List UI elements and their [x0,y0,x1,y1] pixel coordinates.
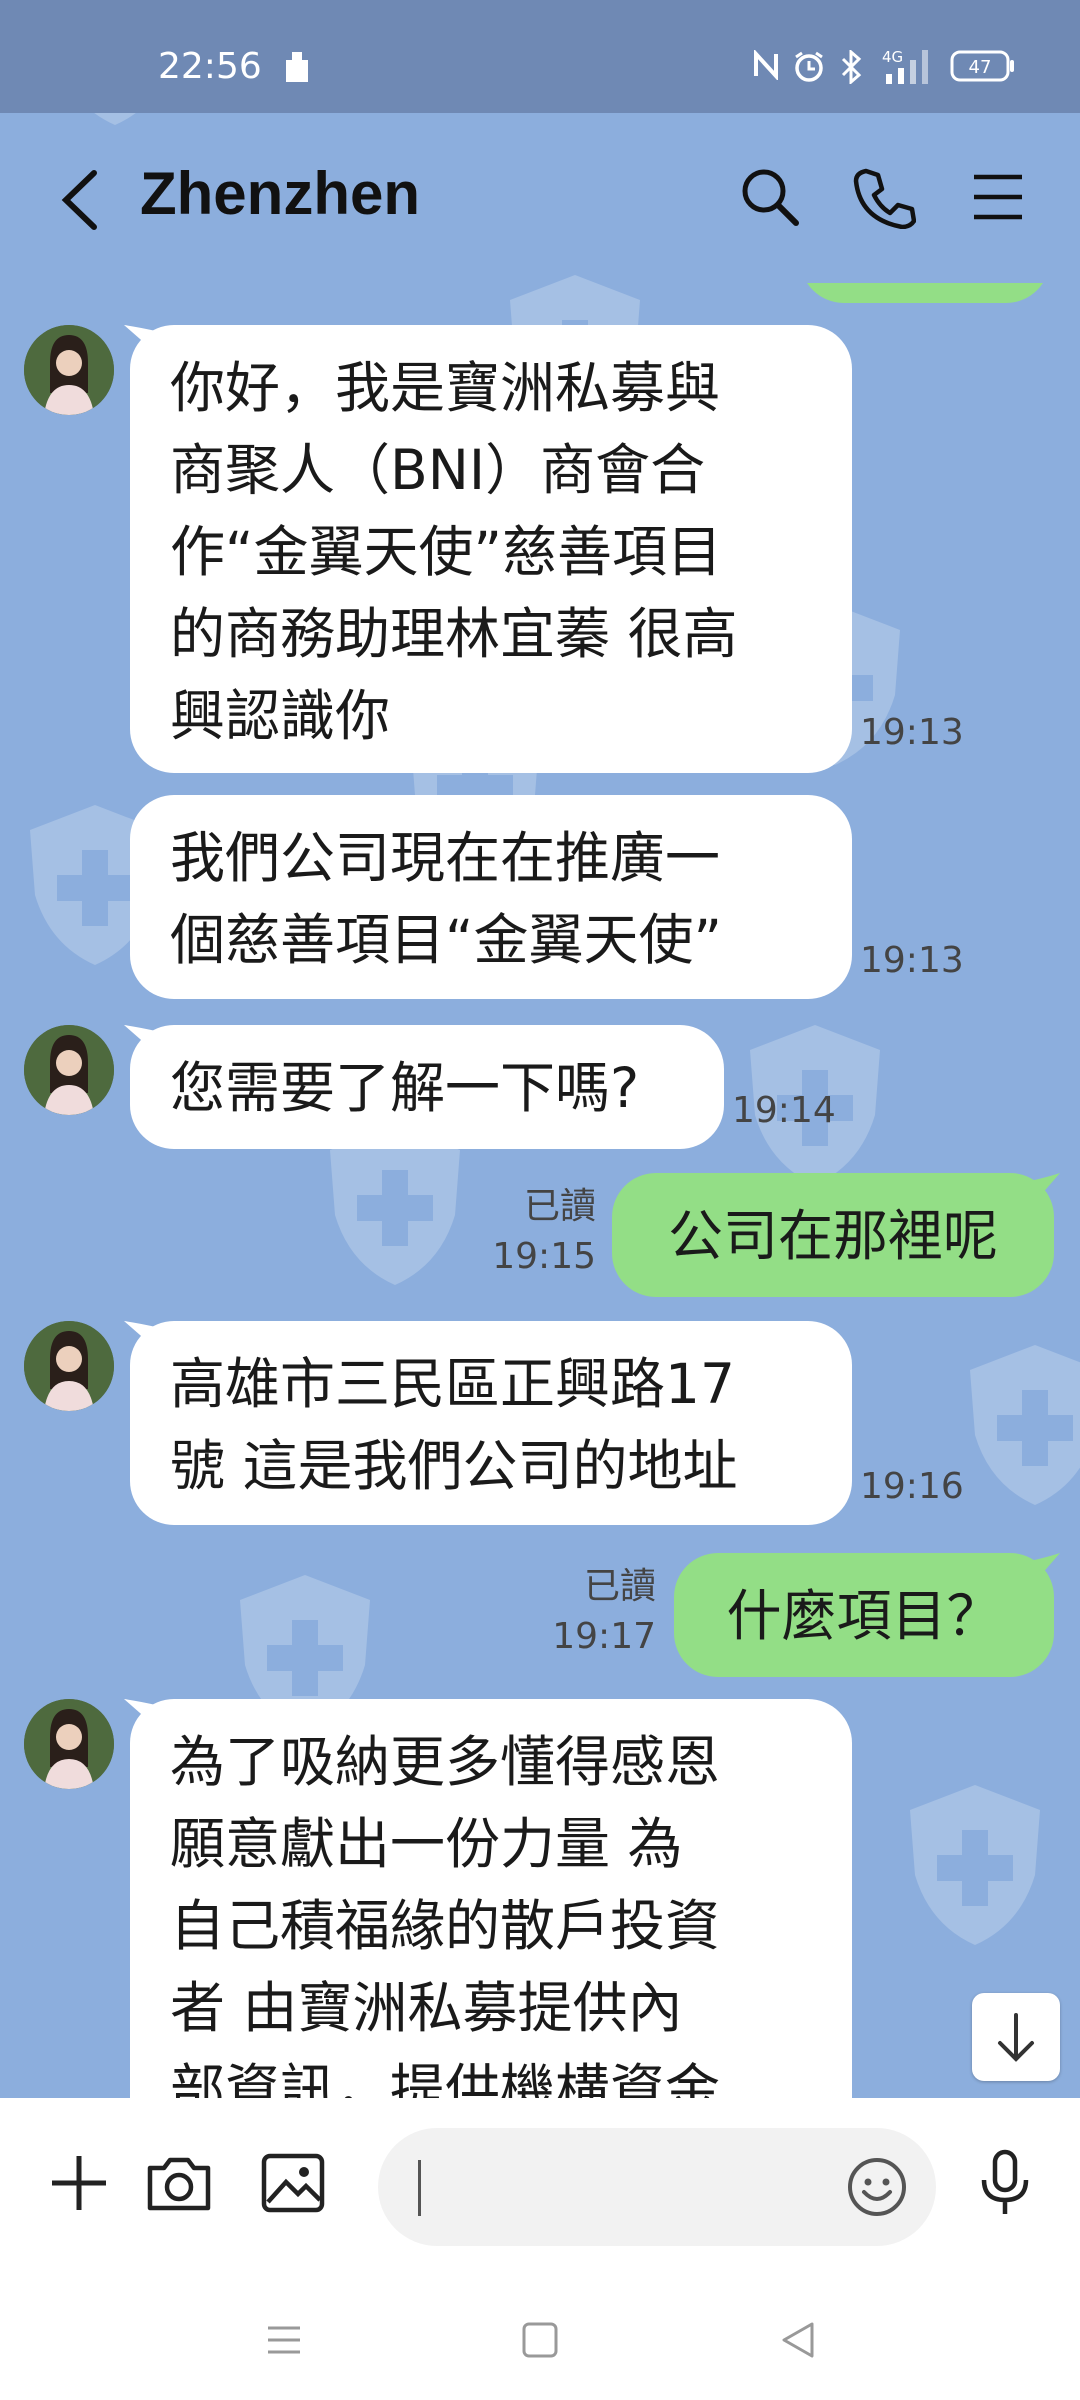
status-time: 22:56 [158,46,262,87]
triangle-back-icon [782,2322,814,2358]
profile-photo [24,1321,114,1411]
message-timestamp: 19:14 [732,1090,836,1131]
previous-message-dots [690,283,780,289]
bubble-tail [1030,1173,1060,1203]
recent-apps-button[interactable] [262,2318,306,2362]
message-input-bar [0,2098,1080,2278]
menu-lines-icon [268,2326,300,2354]
back-arrow-icon [61,170,97,230]
svg-text:4G: 4G [882,48,903,66]
search-icon [742,169,799,226]
nfc-icon [752,48,780,84]
scroll-to-bottom-button[interactable] [972,1993,1060,2081]
message-bubble[interactable]: 高雄市三民區正興路17 號 這是我們公司的地址 [130,1321,852,1525]
voice-button[interactable] [970,2148,1040,2218]
menu-button[interactable] [966,165,1030,229]
profile-photo [24,325,114,415]
back-nav-button[interactable] [776,2318,820,2362]
status-bar: 22:56 4G 47 [0,0,1080,113]
message-bubble[interactable]: 我們公司現在在推廣一 個慈善項目“金翼天使” [130,795,852,999]
avatar[interactable] [24,1025,114,1115]
message-input[interactable] [378,2128,936,2246]
square-icon [522,2322,558,2358]
camera-icon [147,2157,211,2211]
bubble-tail [1030,1553,1060,1583]
message-timestamp: 19:15 [492,1236,596,1277]
battery-level: 47 [969,57,992,78]
hamburger-menu-icon [974,174,1022,220]
chat-title: Zhenzhen [140,160,420,227]
message-bubble-outgoing[interactable]: 公司在那裡呢 [612,1173,1054,1297]
message-timestamp: 19:13 [860,712,964,753]
chat-area[interactable]: 你好，我是寶洲私募與 商聚人（BNI）商會合 作“金翼天使”慈善項目 的商務助理… [0,283,1080,2098]
message-timestamp: 19:16 [860,1466,964,1507]
microphone-icon [981,2149,1029,2214]
text-caret [418,2160,421,2216]
arrow-down-icon [998,2013,1034,2062]
read-receipt: 已讀 [583,1566,656,1607]
avatar[interactable] [24,1699,114,1789]
gallery-button[interactable] [258,2148,328,2218]
message-bubble[interactable]: 為了吸納更多懂得感恩 願意獻出一份力量 為 自己積福緣的散戶投資 者 由寶洲私募… [130,1699,852,2098]
message-bubble[interactable]: 你好，我是寶洲私募與 商聚人（BNI）商會合 作“金翼天使”慈善項目 的商務助理… [130,325,852,773]
chat-header: Zhenzhen [0,113,1080,283]
system-navigation-bar [0,2278,1080,2400]
message-timestamp: 19:17 [552,1616,656,1657]
search-button[interactable] [738,165,802,229]
camera-button[interactable] [144,2148,214,2218]
profile-photo [24,1025,114,1115]
avatar[interactable] [24,1321,114,1411]
phone-icon [853,168,917,230]
avatar[interactable] [24,325,114,415]
emoji-icon[interactable] [846,2156,908,2218]
add-button[interactable] [44,2148,114,2218]
message-bubble[interactable]: 您需要了解一下嗎? [130,1025,724,1149]
battery-icon: 47 [950,50,1016,86]
plus-icon [52,2156,106,2210]
message-bubble-outgoing[interactable]: 什麼項目？ [674,1553,1054,1677]
signal-4g-icon: 4G [880,46,936,90]
image-icon [261,2153,325,2213]
call-button[interactable] [852,165,917,230]
previous-message-bubble [800,283,1050,303]
profile-photo [24,1699,114,1789]
read-receipt: 已讀 [523,1186,596,1227]
bluetooth-icon [840,48,864,88]
notification-app-icon [282,50,312,88]
alarm-icon [792,50,826,88]
home-button[interactable] [518,2318,562,2362]
message-timestamp: 19:13 [860,940,964,981]
back-button[interactable] [56,165,106,235]
